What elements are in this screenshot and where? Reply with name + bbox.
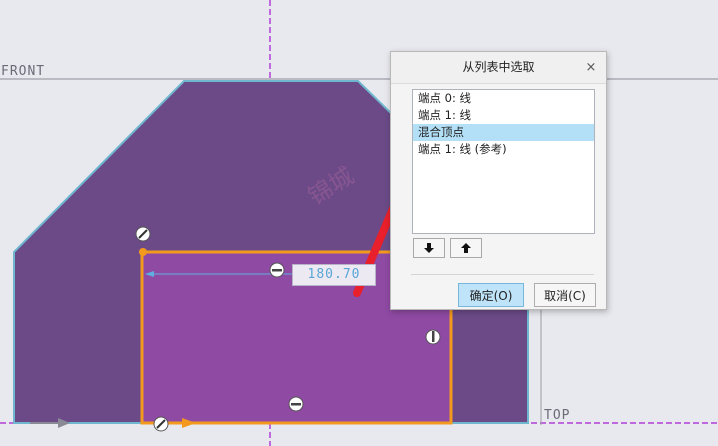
move-down-button[interactable] (413, 238, 445, 258)
list-item[interactable]: 端点 1: 线 (参考) (413, 141, 594, 158)
dialog-title-bar: 从列表中选取 × (391, 52, 606, 84)
ok-button[interactable]: 确定(O) (458, 283, 524, 307)
arrow-up-icon (461, 243, 471, 253)
cancel-button[interactable]: 取消(C) (534, 283, 596, 307)
dialog-separator (411, 274, 594, 275)
selection-list[interactable]: 端点 0: 线 端点 1: 线 混合顶点 端点 1: 线 (参考) (412, 89, 595, 234)
vertex-point[interactable] (139, 248, 147, 256)
list-item[interactable]: 端点 1: 线 (413, 107, 594, 124)
close-icon[interactable]: × (584, 52, 598, 83)
dimension-value-box[interactable]: 180.70 (292, 264, 376, 286)
list-item[interactable]: 端点 0: 线 (413, 90, 594, 107)
select-from-list-dialog: 从列表中选取 × 端点 0: 线 端点 1: 线 混合顶点 端点 1: 线 (参… (390, 51, 607, 310)
dialog-title: 从列表中选取 (462, 60, 535, 74)
top-datum-label: TOP (544, 408, 571, 423)
sketch-canvas[interactable] (0, 0, 718, 446)
list-item-selected[interactable]: 混合顶点 (413, 124, 594, 141)
front-datum-label: FRONT (1, 64, 46, 79)
arrow-down-icon (424, 243, 434, 253)
move-up-button[interactable] (450, 238, 482, 258)
